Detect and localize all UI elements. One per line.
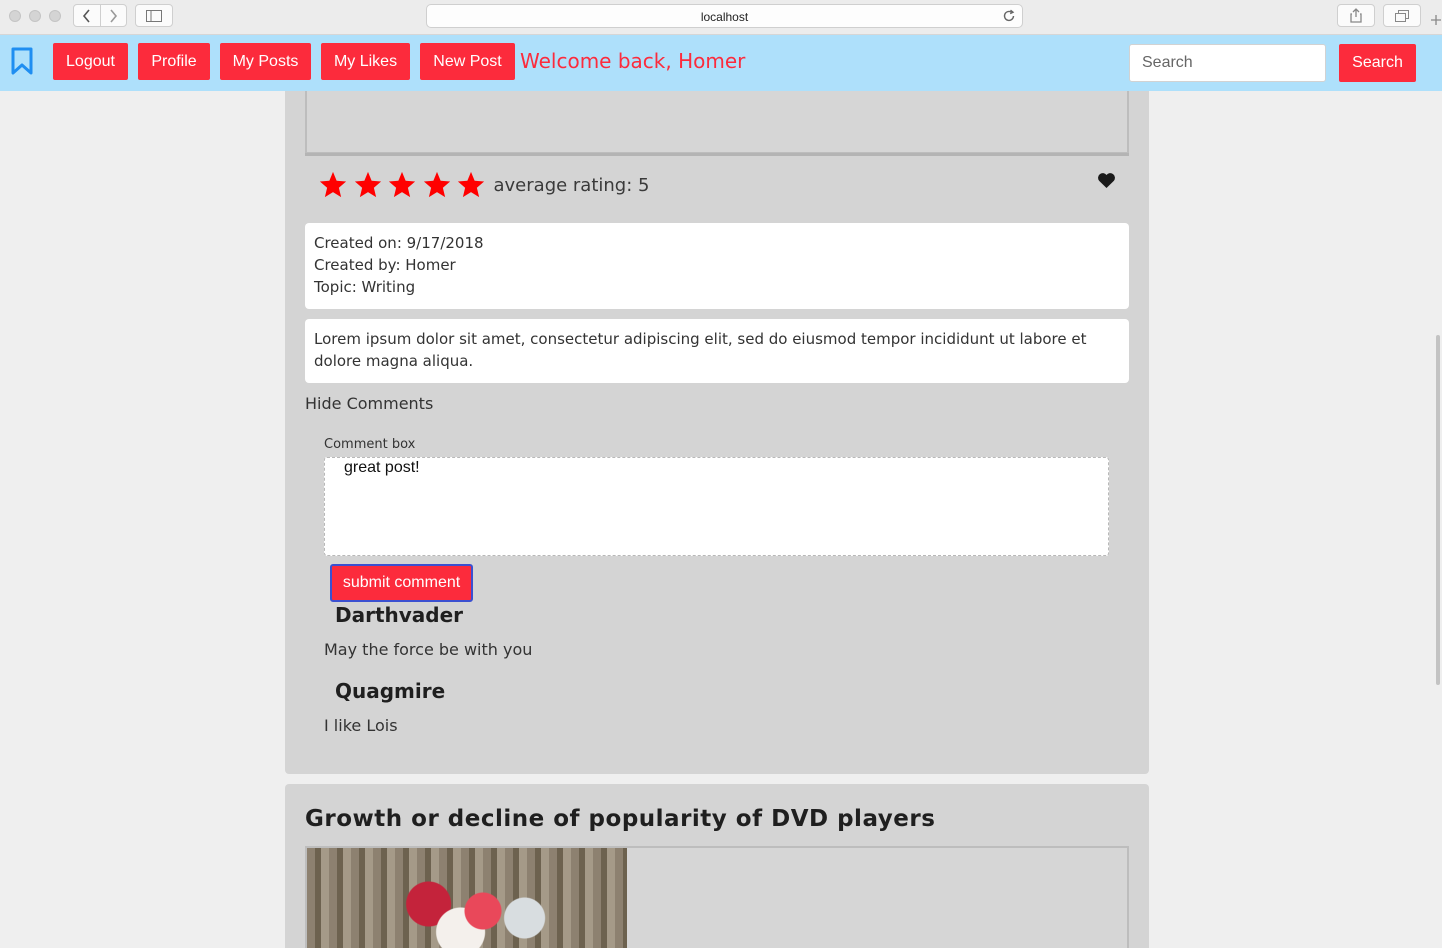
post-image-frame	[305, 846, 1129, 948]
scrollbar-thumb[interactable]	[1436, 335, 1440, 685]
tabs-icon	[1395, 9, 1409, 22]
sidebar-toggle-button[interactable]	[135, 4, 173, 27]
divider	[305, 153, 1129, 156]
post-description: Lorem ipsum dolor sit amet, consectetur …	[305, 319, 1129, 383]
comment-author: Darthvader	[335, 603, 464, 627]
comment-text: I like Lois	[324, 716, 398, 735]
share-icon	[1350, 8, 1362, 23]
my-posts-button[interactable]: My Posts	[220, 43, 311, 80]
star-icon[interactable]	[317, 170, 349, 200]
comment-author: Quagmire	[335, 679, 446, 703]
post-title: Growth or decline of popularity of DVD p…	[305, 806, 936, 832]
tabs-overview-button[interactable]	[1383, 4, 1421, 27]
average-rating: average rating: 5	[493, 174, 650, 196]
post-image	[307, 848, 627, 948]
comment-textarea[interactable]: great post!	[324, 457, 1109, 556]
star-icon[interactable]	[455, 170, 487, 200]
welcome-message: Welcome back, Homer	[520, 49, 746, 73]
post-card: average rating: 5 Created on: 9/17/2018 …	[285, 65, 1149, 774]
scrollbar[interactable]	[1436, 35, 1442, 948]
post-card: Growth or decline of popularity of DVD p…	[285, 784, 1149, 948]
post-meta: Created on: 9/17/2018 Created by: Homer …	[305, 223, 1129, 309]
back-button[interactable]	[74, 5, 100, 26]
topic: Topic: Writing	[314, 278, 416, 296]
browser-toolbar: localhost	[0, 0, 1442, 35]
new-post-button[interactable]: New Post	[420, 43, 515, 80]
search-button[interactable]: Search	[1339, 44, 1416, 82]
bookmark-icon[interactable]	[11, 47, 33, 76]
hide-comments-toggle[interactable]: Hide Comments	[305, 394, 433, 413]
my-likes-button[interactable]: My Likes	[321, 43, 410, 80]
close-window-button[interactable]	[9, 10, 21, 22]
submit-comment-button[interactable]: submit comment	[330, 564, 473, 602]
forward-button[interactable]	[99, 5, 127, 26]
chevron-right-icon	[110, 8, 118, 23]
logout-button[interactable]: Logout	[53, 43, 128, 80]
new-tab-icon[interactable]	[1430, 14, 1442, 26]
star-rating: average rating: 5	[317, 170, 649, 200]
chevron-left-icon	[82, 8, 90, 23]
comment-box-label: Comment box	[324, 437, 416, 452]
comment-text: May the force be with you	[324, 640, 533, 659]
star-icon[interactable]	[386, 170, 418, 200]
address-bar[interactable]: localhost	[426, 4, 1023, 28]
history-nav	[73, 4, 127, 27]
minimize-window-button[interactable]	[29, 10, 41, 22]
heart-icon[interactable]	[1097, 172, 1116, 189]
star-icon[interactable]	[352, 170, 384, 200]
url-text: localhost	[700, 10, 749, 24]
created-on: Created on: 9/17/2018	[314, 234, 484, 252]
search-input[interactable]: Search	[1129, 44, 1326, 82]
app-navbar: Logout Profile My Posts My Likes New Pos…	[0, 35, 1442, 91]
zoom-window-button[interactable]	[49, 10, 61, 22]
share-button[interactable]	[1337, 4, 1375, 27]
sidebar-icon	[146, 9, 162, 22]
star-icon[interactable]	[421, 170, 453, 200]
reload-icon[interactable]	[1002, 9, 1016, 23]
profile-button[interactable]: Profile	[138, 43, 210, 80]
created-by: Created by: Homer	[314, 256, 456, 274]
